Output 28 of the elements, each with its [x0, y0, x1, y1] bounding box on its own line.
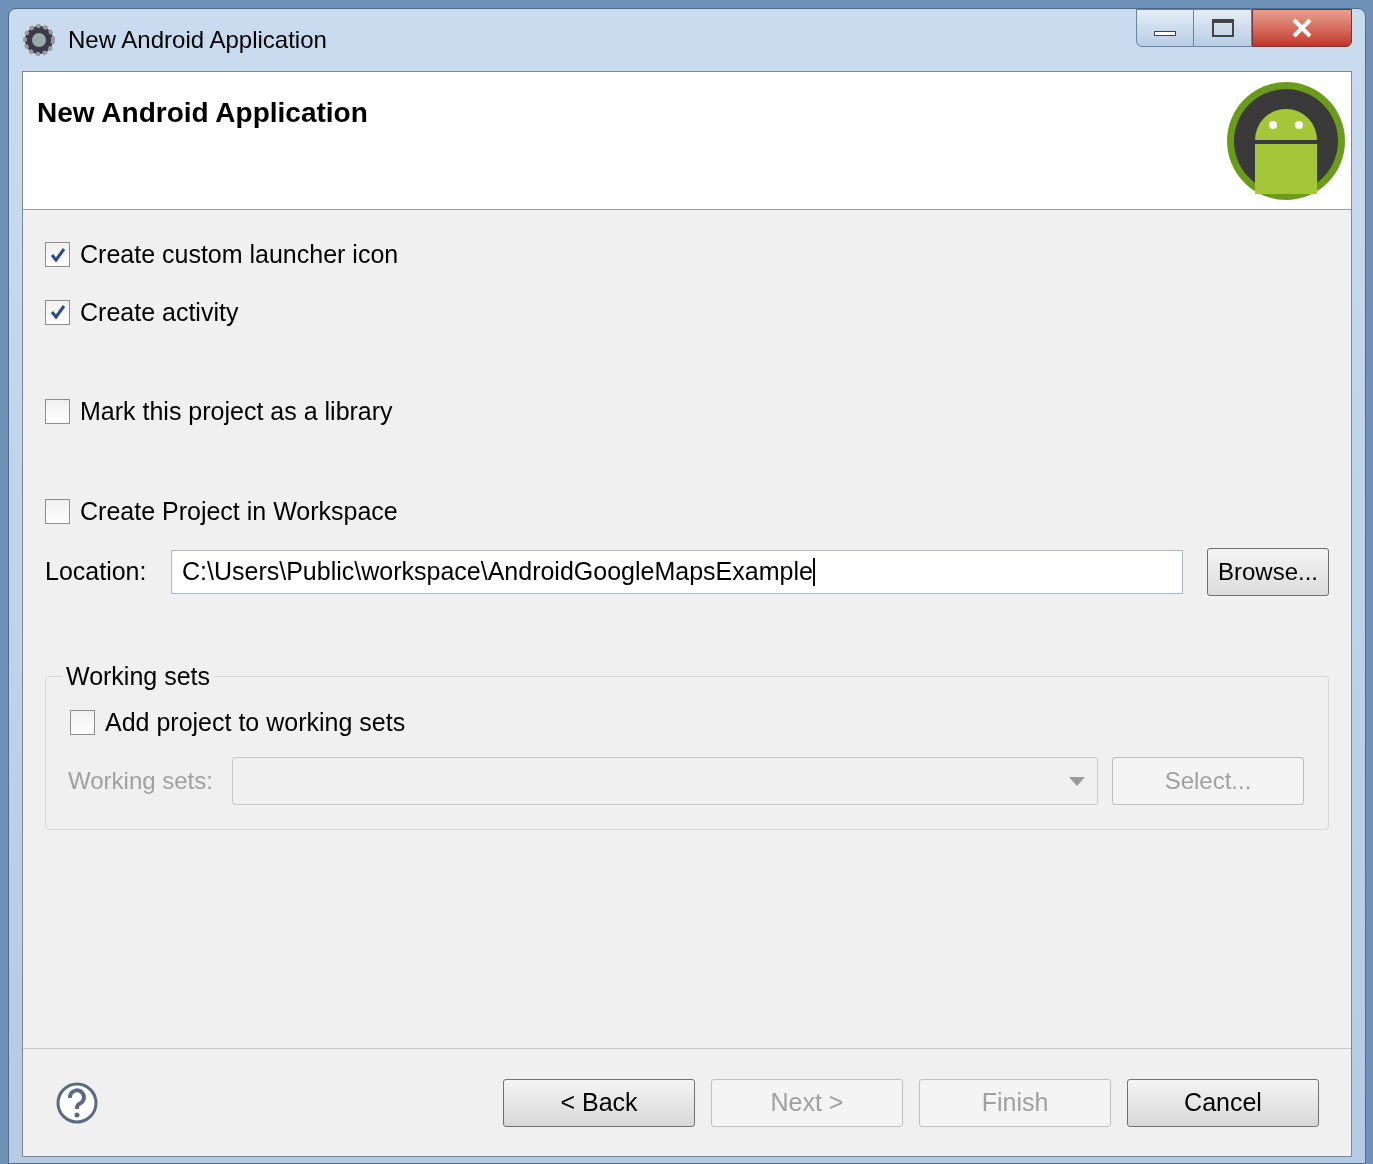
dropdown-arrow-icon	[1069, 776, 1085, 786]
maximize-button[interactable]	[1194, 9, 1252, 47]
checkbox-label: Create activity	[80, 296, 239, 328]
dialog-button[interactable]: Cancel	[1127, 1078, 1319, 1127]
dialog-button[interactable]: < Back	[503, 1078, 695, 1127]
location-label: Location:	[45, 556, 148, 588]
checkbox[interactable]	[45, 299, 70, 325]
page-title: New Android Application	[37, 96, 368, 130]
checkbox-label: Create Project in Workspace	[80, 495, 398, 527]
window-title: New Android Application	[68, 25, 327, 55]
help-icon[interactable]	[55, 1080, 99, 1125]
checkmark-icon	[48, 245, 67, 264]
close-button[interactable]	[1252, 9, 1352, 47]
checkmark-icon	[48, 303, 67, 322]
close-icon	[1290, 18, 1314, 38]
checkbox-label: Create custom launcher icon	[80, 239, 399, 270]
gear-icon	[22, 23, 56, 57]
browse-button[interactable]: Browse...	[1207, 548, 1329, 596]
android-logo-icon	[1225, 80, 1347, 202]
checkbox-label: Mark this project as a library	[80, 396, 393, 427]
location-field[interactable]: C:\Users\Public\workspace\AndroidGoogleMapsExample	[171, 550, 1183, 594]
working-sets-label: Working sets:	[68, 766, 214, 796]
checkbox-label: Add project to working sets	[105, 706, 406, 738]
checkbox[interactable]	[45, 399, 70, 425]
checkbox[interactable]	[45, 498, 70, 524]
checkbox[interactable]	[45, 242, 70, 268]
group-title: Working sets	[65, 661, 212, 692]
minimize-button[interactable]	[1136, 9, 1194, 47]
